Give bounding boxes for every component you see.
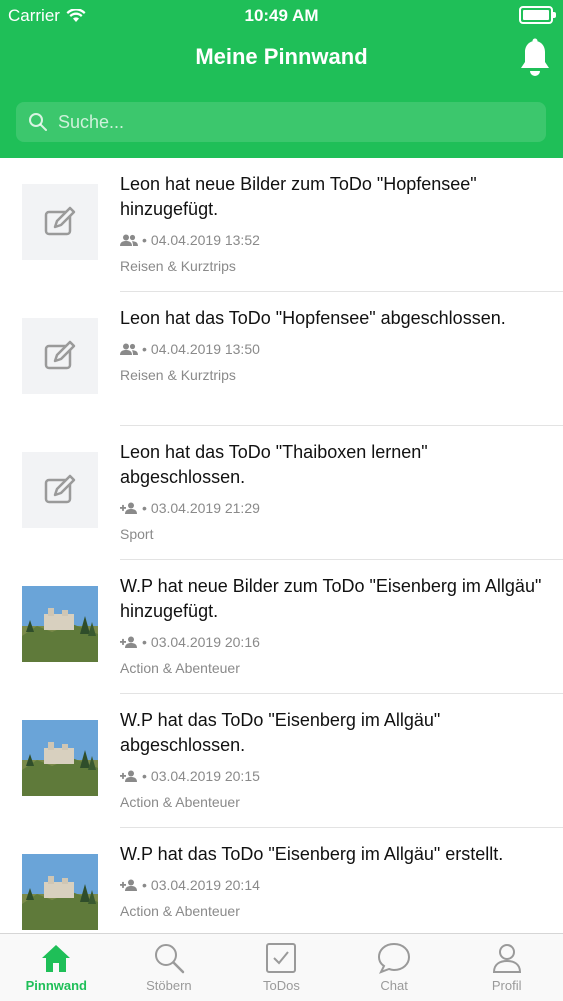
feed-item-thumbnail bbox=[22, 318, 98, 394]
feed-item-text: W.P hat neue Bilder zum ToDo "Eisenberg … bbox=[120, 576, 542, 621]
feed-item-text: W.P hat das ToDo "Eisenberg im Allgäu" a… bbox=[120, 710, 441, 755]
feed-item-category: Reisen & Kurztrips bbox=[120, 367, 236, 383]
status-bar: Carrier 10:49 AM bbox=[0, 0, 563, 30]
feed-item-content: W.P hat das ToDo "Eisenberg im Allgäu" e… bbox=[120, 842, 551, 919]
chat-bubble-icon bbox=[378, 942, 411, 974]
feed-item-timestamp: 03.04.2019 20:15 bbox=[150, 768, 260, 784]
separator-dot: • bbox=[142, 634, 147, 650]
tab-stoebern[interactable]: Stöbern bbox=[113, 934, 226, 1001]
feed-item-meta: • 03.04.2019 21:29 bbox=[120, 500, 551, 516]
tab-pinnwand[interactable]: Pinnwand bbox=[0, 934, 113, 1001]
feed-item-content: Leon hat das ToDo "Thaiboxen lernen" abg… bbox=[120, 440, 551, 542]
tab-label: Pinnwand bbox=[25, 978, 87, 993]
feed-item[interactable]: Leon hat neue Bilder zum ToDo "Hopfensee… bbox=[0, 158, 563, 292]
tab-profil[interactable]: Profil bbox=[450, 934, 563, 1001]
separator-dot: • bbox=[142, 877, 147, 893]
feed-item-content: W.P hat das ToDo "Eisenberg im Allgäu" a… bbox=[120, 708, 551, 810]
tab-label: Stöbern bbox=[146, 978, 192, 993]
feed-item-content: Leon hat neue Bilder zum ToDo "Hopfensee… bbox=[120, 172, 551, 274]
castle-photo bbox=[22, 720, 98, 796]
battery-icon bbox=[519, 6, 556, 24]
feed-item-meta: • 03.04.2019 20:14 bbox=[120, 877, 551, 893]
separator-dot: • bbox=[142, 341, 147, 357]
feed-item[interactable]: W.P hat das ToDo "Eisenberg im Allgäu" e… bbox=[0, 828, 563, 933]
search-input[interactable] bbox=[56, 110, 538, 134]
separator-dot: • bbox=[142, 500, 147, 516]
feed-item-thumbnail bbox=[22, 720, 98, 796]
edit-icon bbox=[44, 474, 76, 504]
separator-dot: • bbox=[142, 232, 147, 248]
add-person-icon bbox=[120, 636, 137, 648]
feed-item-meta: • 03.04.2019 20:15 bbox=[120, 768, 551, 784]
separator-dot: • bbox=[142, 768, 147, 784]
page-title: Meine Pinnwand bbox=[195, 44, 368, 69]
feed-item-category: Action & Abenteuer bbox=[120, 903, 240, 919]
search-bar[interactable] bbox=[16, 102, 546, 142]
person-icon bbox=[492, 944, 521, 973]
tab-label: ToDos bbox=[263, 978, 300, 993]
feed-item-content: W.P hat neue Bilder zum ToDo "Eisenberg … bbox=[120, 574, 551, 676]
feed-item-thumbnail bbox=[22, 184, 98, 260]
tab-label: Chat bbox=[380, 978, 408, 993]
bell-icon[interactable] bbox=[517, 38, 553, 78]
checkbox-icon bbox=[266, 943, 297, 973]
tab-chat[interactable]: Chat bbox=[338, 934, 451, 1001]
castle-photo bbox=[22, 586, 98, 662]
feed-item-timestamp: 03.04.2019 20:14 bbox=[150, 877, 260, 893]
edit-icon bbox=[44, 340, 76, 370]
tab-label: Profil bbox=[491, 978, 522, 993]
group-icon bbox=[120, 343, 138, 355]
feed-item[interactable]: Leon hat das ToDo "Hopfensee" abgeschlos… bbox=[0, 292, 563, 426]
feed-list[interactable]: Leon hat neue Bilder zum ToDo "Hopfensee… bbox=[0, 158, 563, 933]
feed-item-text: Leon hat das ToDo "Hopfensee" abgeschlos… bbox=[120, 308, 506, 328]
feed-item[interactable]: Leon hat das ToDo "Thaiboxen lernen" abg… bbox=[0, 426, 563, 560]
feed-item-thumbnail bbox=[22, 586, 98, 662]
feed-item-category: Action & Abenteuer bbox=[120, 660, 240, 676]
castle-photo bbox=[22, 854, 98, 930]
feed-item-text: Leon hat das ToDo "Thaiboxen lernen" abg… bbox=[120, 442, 428, 487]
app-header: Carrier 10:49 AM Meine Pinnwand bbox=[0, 0, 563, 158]
feed-item-text: Leon hat neue Bilder zum ToDo "Hopfensee… bbox=[120, 174, 477, 219]
feed-item-category: Reisen & Kurztrips bbox=[120, 258, 236, 274]
group-icon bbox=[120, 234, 138, 246]
feed-item-timestamp: 03.04.2019 21:29 bbox=[150, 500, 260, 516]
feed-item-meta: • 04.04.2019 13:50 bbox=[120, 341, 551, 357]
feed-item-content: Leon hat das ToDo "Hopfensee" abgeschlos… bbox=[120, 306, 551, 383]
add-person-icon bbox=[120, 879, 137, 891]
feed-item-meta: • 04.04.2019 13:52 bbox=[120, 232, 551, 248]
status-time: 10:49 AM bbox=[244, 6, 319, 25]
feed-item-timestamp: 04.04.2019 13:52 bbox=[150, 232, 260, 248]
edit-icon bbox=[44, 206, 76, 236]
feed-item-meta: • 03.04.2019 20:16 bbox=[120, 634, 551, 650]
search-icon bbox=[154, 944, 185, 974]
home-icon bbox=[42, 945, 71, 972]
feed-item[interactable]: W.P hat das ToDo "Eisenberg im Allgäu" a… bbox=[0, 694, 563, 828]
feed-item-timestamp: 04.04.2019 13:50 bbox=[150, 341, 260, 357]
feed-item-timestamp: 03.04.2019 20:16 bbox=[150, 634, 260, 650]
feed-item-thumbnail bbox=[22, 854, 98, 930]
add-person-icon bbox=[120, 770, 137, 782]
feed-item[interactable]: W.P hat neue Bilder zum ToDo "Eisenberg … bbox=[0, 560, 563, 694]
tab-todos[interactable]: ToDos bbox=[225, 934, 338, 1001]
search-icon bbox=[29, 113, 47, 131]
feed-item-category: Action & Abenteuer bbox=[120, 794, 240, 810]
feed-item-thumbnail bbox=[22, 452, 98, 528]
tab-bar: Pinnwand Stöbern ToDos Chat Profil bbox=[0, 933, 563, 1001]
add-person-icon bbox=[120, 502, 137, 514]
feed-item-text: W.P hat das ToDo "Eisenberg im Allgäu" e… bbox=[120, 844, 504, 864]
feed-item-category: Sport bbox=[120, 526, 154, 542]
